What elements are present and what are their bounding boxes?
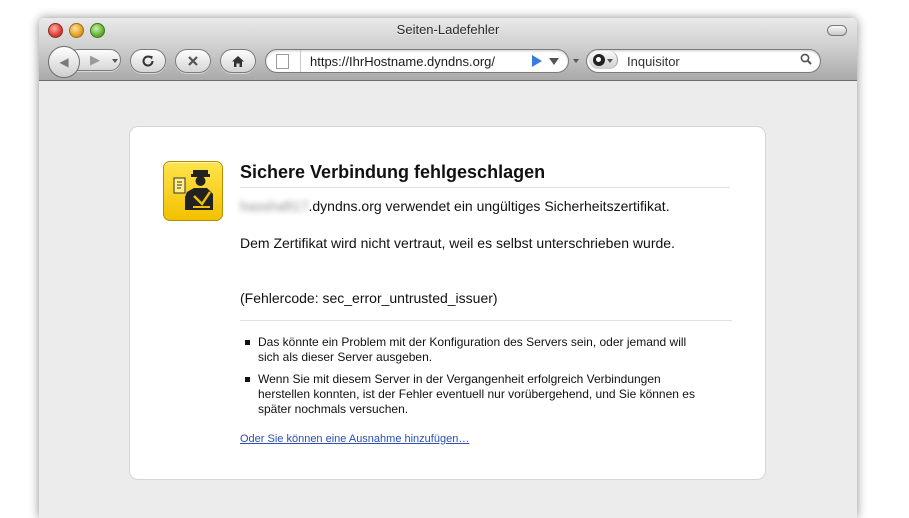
reload-button[interactable] [130, 49, 166, 73]
page-content: Sichere Verbindung fehlgeschlagen hassha… [39, 81, 857, 518]
history-dropdown-icon[interactable] [112, 59, 118, 63]
url-dropdown-icon[interactable] [549, 58, 559, 65]
url-bar[interactable]: https://IhrHostname.dyndns.org/ [265, 49, 569, 73]
explanation-list: Das könnte ein Problem mit der Konfigura… [240, 335, 700, 424]
url-text[interactable]: https://IhrHostname.dyndns.org/ [310, 54, 495, 69]
forward-arrow-icon: ▶ [90, 52, 100, 67]
toolbar: Seiten-Ladefehler ◀ ▶ https://IhrHostnam… [39, 18, 857, 81]
home-button[interactable] [220, 49, 256, 73]
go-arrow-icon[interactable] [532, 55, 542, 67]
error-code: (Fehlercode: sec_error_untrusted_issuer) [240, 290, 498, 306]
list-item: Das könnte ein Problem mit der Konfigura… [240, 335, 700, 365]
search-engine-icon [593, 54, 605, 66]
window-title: Seiten-Ladefehler [396, 22, 500, 37]
blurred-hostname: hasshaft17 [240, 198, 309, 214]
url-separator [300, 50, 301, 72]
untrusted-reason: Dem Zertifikat wird nicht vertraut, weil… [240, 235, 675, 251]
list-item: Wenn Sie mit diesem Server in der Vergan… [240, 372, 700, 417]
reload-icon [142, 55, 154, 67]
section-divider [240, 320, 732, 321]
page-icon [276, 54, 289, 69]
certificate-officer-icon [163, 161, 223, 221]
certificate-message-text: .dyndns.org verwendet ein ungültiges Sic… [308, 198, 670, 214]
home-icon [232, 55, 244, 67]
stop-button[interactable] [175, 49, 211, 73]
search-bar[interactable]: Inquisitor [586, 49, 821, 73]
browser-window: Seiten-Ladefehler ◀ ▶ https://IhrHostnam… [39, 18, 857, 518]
error-heading: Sichere Verbindung fehlgeschlagen [240, 162, 730, 188]
search-engine-selector[interactable] [589, 51, 618, 69]
back-arrow-icon: ◀ [59, 55, 69, 69]
toolbar-spacer-icon [573, 59, 579, 63]
engine-dropdown-icon [607, 59, 613, 63]
toolbar-toggle-button[interactable] [827, 25, 847, 36]
magnifier-icon[interactable] [800, 53, 812, 68]
add-exception-link[interactable]: Oder Sie können eine Ausnahme hinzufügen… [240, 433, 469, 445]
search-input[interactable]: Inquisitor [627, 54, 680, 69]
certificate-message: hasshaft17.dyndns.org verwendet ein ungü… [240, 197, 735, 216]
stop-icon [188, 56, 198, 66]
error-panel: Sichere Verbindung fehlgeschlagen hassha… [129, 126, 766, 480]
back-button[interactable]: ◀ [48, 46, 80, 78]
